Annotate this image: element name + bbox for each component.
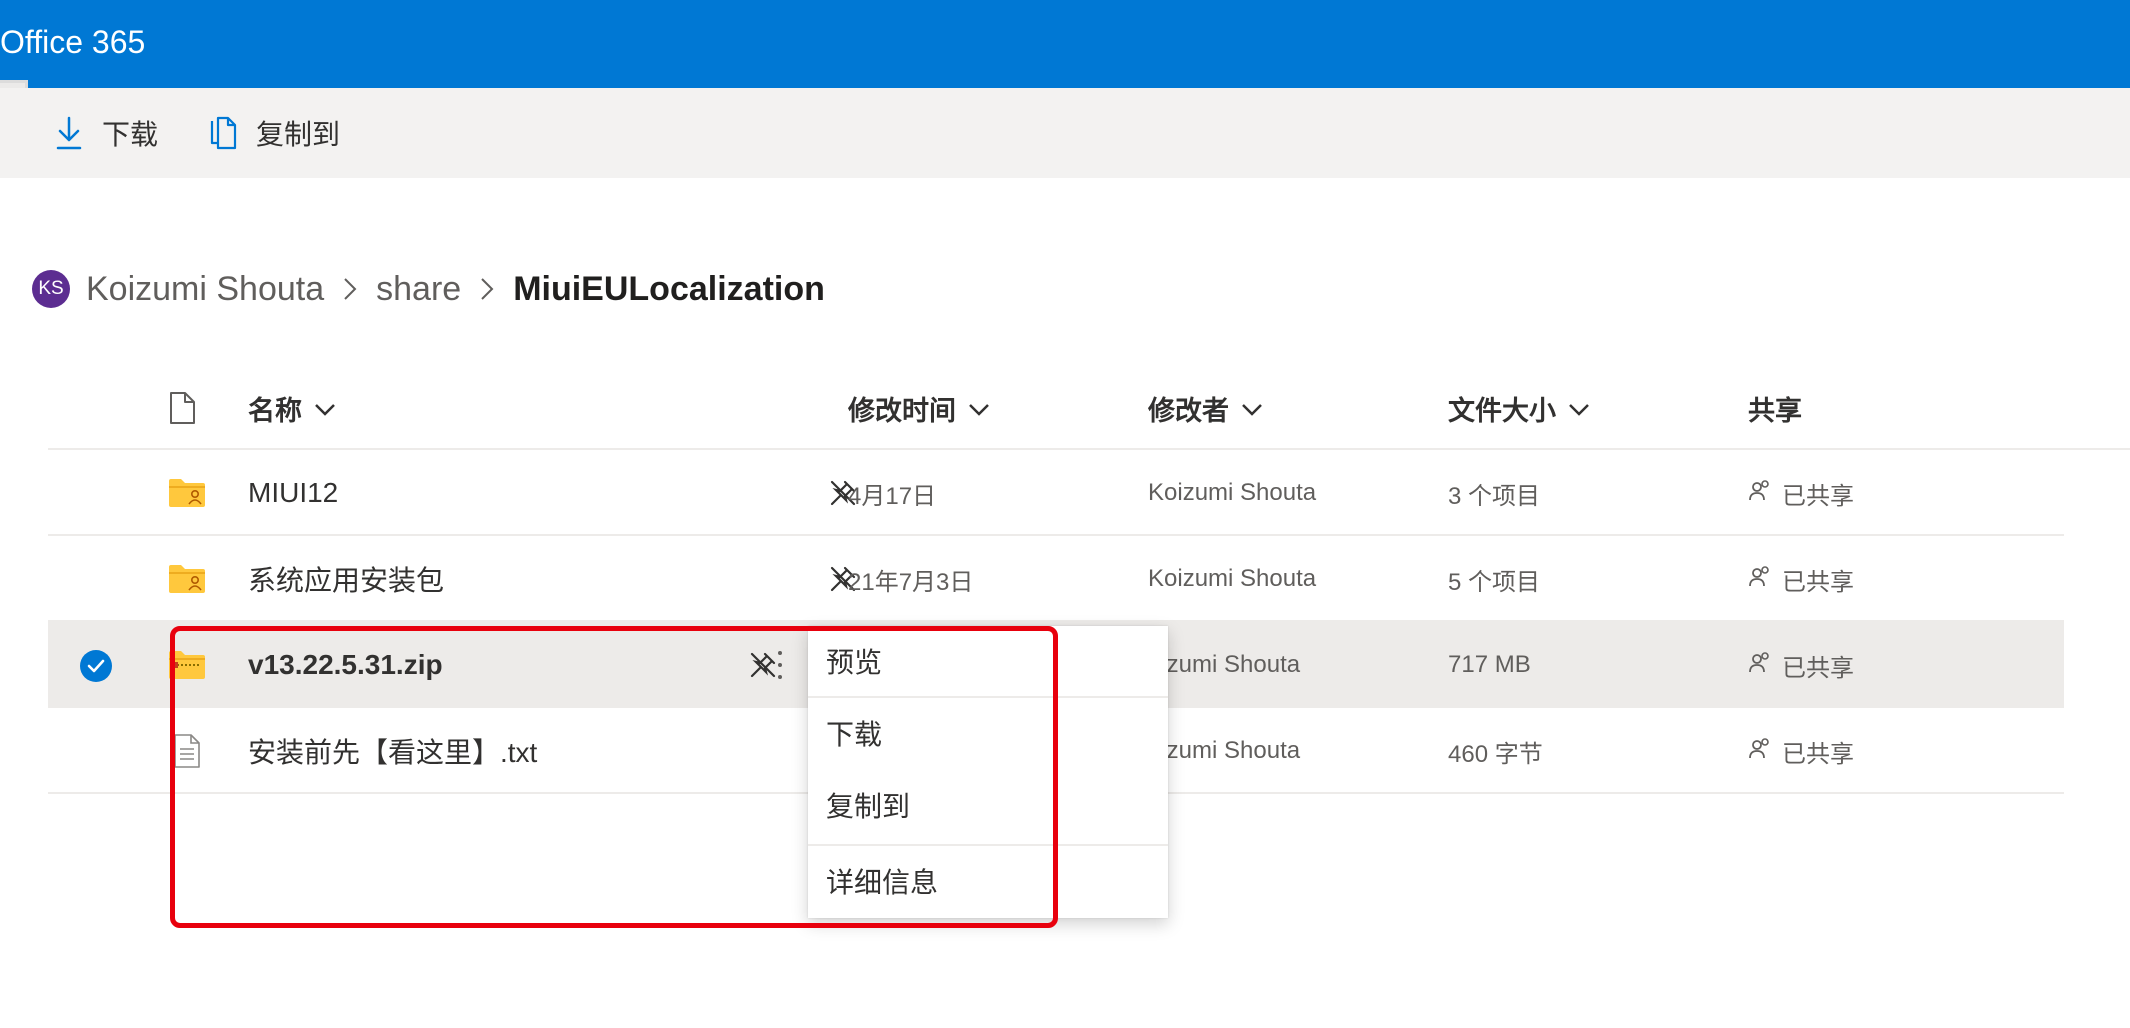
file-row[interactable]: MIUI12 4月17日 Koizumi Shouta 3 个项目 已共享: [48, 450, 2064, 536]
app-title[interactable]: Office 365: [0, 20, 145, 64]
file-modified-by[interactable]: oizumi Shouta: [1148, 622, 1300, 708]
file-name-link[interactable]: v13.22.5.31.zip: [248, 622, 443, 708]
breadcrumb-item-owner[interactable]: Koizumi Shouta: [86, 270, 324, 309]
menu-item-preview[interactable]: 预览: [808, 626, 1168, 696]
download-icon: [54, 115, 84, 151]
file-size: 3 个项目: [1448, 482, 1541, 510]
menu-item-download[interactable]: 下载: [808, 698, 1168, 768]
checkmark-icon[interactable]: [80, 650, 112, 682]
shared-folder-icon: [168, 536, 206, 622]
chevron-down-icon: [1568, 393, 1590, 424]
column-header-modified-by[interactable]: 修改者: [1148, 388, 1263, 428]
avatar: KS: [32, 270, 70, 308]
column-header-modified-by-label: 修改者: [1148, 395, 1229, 426]
app-header: Office 365: [0, 0, 2130, 88]
breadcrumb: KS Koizumi Shouta share MiuiEULocalizati…: [32, 264, 825, 314]
file-size: 460 字节: [1448, 740, 1543, 768]
command-bar: 下载 复制到: [0, 88, 2130, 178]
chevron-down-icon: [1241, 393, 1263, 424]
copy-to-label: 复制到: [256, 119, 341, 150]
sharing-status[interactable]: 已共享: [1748, 450, 1854, 536]
column-header-modified[interactable]: 修改时间: [848, 388, 990, 428]
file-size: 5 个项目: [1448, 568, 1541, 596]
file-name-link[interactable]: MIUI12: [248, 450, 338, 536]
breadcrumb-item-current: MiuiEULocalization: [513, 269, 825, 308]
chevron-down-icon: [968, 393, 990, 424]
file-modified: 4月17日: [848, 482, 937, 510]
sharing-label: 已共享: [1782, 482, 1854, 510]
text-file-icon: [172, 708, 202, 794]
column-header-name[interactable]: 名称: [248, 388, 336, 428]
file-modified-by[interactable]: Koizumi Shouta: [1148, 536, 1316, 622]
context-menu: 预览 下载 复制到 详细信息: [808, 626, 1168, 918]
download-label: 下载: [102, 119, 159, 150]
file-name-link[interactable]: 系统应用安装包: [248, 536, 444, 622]
shared-folder-icon: [168, 450, 206, 536]
people-icon: [1748, 650, 1772, 681]
file-modified: 21年7月3日: [848, 568, 974, 596]
column-header-name-label: 名称: [248, 395, 302, 426]
file-size: 717 MB: [1448, 651, 1531, 678]
menu-item-details[interactable]: 详细信息: [808, 846, 1168, 916]
column-header-sharing-label: 共享: [1748, 395, 1802, 426]
zip-folder-icon: [168, 622, 206, 708]
column-header-size[interactable]: 文件大小: [1448, 388, 1590, 428]
people-icon: [1748, 564, 1772, 595]
menu-item-copy-to[interactable]: 复制到: [808, 770, 1168, 840]
sharing-label: 已共享: [1782, 568, 1854, 596]
people-icon: [1748, 478, 1772, 509]
sharing-label: 已共享: [1782, 740, 1854, 768]
file-name-link[interactable]: 安装前先【看这里】.txt: [248, 708, 537, 794]
file-row[interactable]: 系统应用安装包 21年7月3日 Koizumi Shouta 5 个项目 已共享: [48, 536, 2064, 622]
column-header-row: 名称 修改时间 修改者 文件大小 共享: [48, 370, 2130, 450]
chevron-right-icon: [342, 276, 358, 302]
file-modified-by[interactable]: Koizumi Shouta: [1148, 450, 1316, 536]
chevron-right-icon: [479, 276, 495, 302]
sharing-label: 已共享: [1782, 654, 1854, 682]
more-vertical-icon[interactable]: [768, 642, 792, 688]
copy-to-button[interactable]: 复制到: [208, 108, 340, 158]
document-icon[interactable]: [168, 388, 196, 428]
sharing-status[interactable]: 已共享: [1748, 536, 1854, 622]
column-header-sharing[interactable]: 共享: [1748, 388, 1802, 428]
sharing-status[interactable]: 已共享: [1748, 622, 1854, 708]
people-icon: [1748, 736, 1772, 767]
file-modified-by[interactable]: oizumi Shouta: [1148, 708, 1300, 794]
column-header-size-label: 文件大小: [1448, 395, 1556, 426]
copy-icon: [208, 115, 238, 151]
chevron-down-icon: [314, 393, 336, 424]
breadcrumb-item-share[interactable]: share: [376, 270, 461, 309]
sharing-status[interactable]: 已共享: [1748, 708, 1854, 794]
column-header-modified-label: 修改时间: [848, 395, 956, 426]
download-button[interactable]: 下载: [54, 108, 158, 158]
